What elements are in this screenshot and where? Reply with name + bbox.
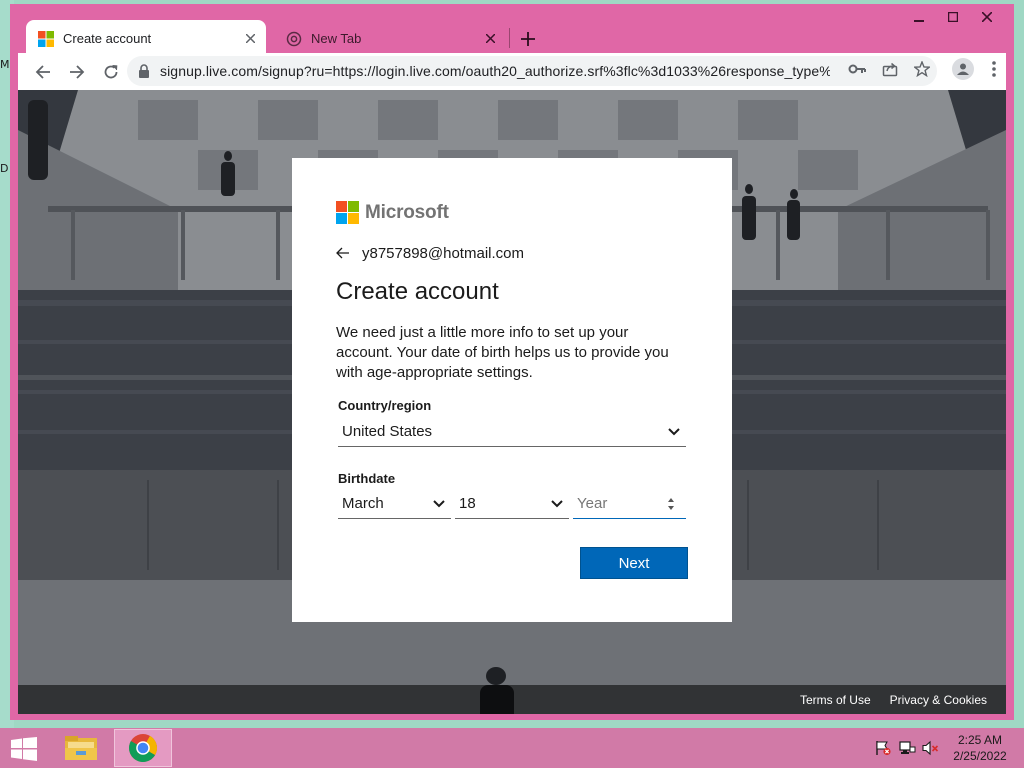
taskbar: 2:25 AM 2/25/2022 bbox=[0, 728, 1024, 768]
brand-name: Microsoft bbox=[365, 201, 449, 223]
lock-icon[interactable] bbox=[138, 64, 150, 78]
more-menu-icon[interactable] bbox=[984, 59, 1004, 79]
close-icon[interactable] bbox=[970, 6, 1004, 28]
description-text: We need just a little more info to set u… bbox=[336, 324, 669, 381]
back-arrow-icon[interactable] bbox=[29, 58, 57, 86]
number-spinner-icon[interactable] bbox=[666, 494, 676, 514]
birth-day-select[interactable]: 18 bbox=[455, 489, 569, 519]
chevron-down-icon bbox=[668, 425, 682, 439]
chrome-newtab-icon bbox=[286, 31, 302, 46]
reload-icon[interactable] bbox=[97, 58, 125, 86]
close-icon[interactable] bbox=[240, 29, 260, 49]
window-controls bbox=[902, 6, 1004, 28]
browser-toolbar: signup.live.com/signup?ru=https://login.… bbox=[18, 53, 1006, 90]
country-value: United States bbox=[342, 423, 433, 440]
identity-email: y8757898@hotmail.com bbox=[362, 244, 524, 262]
microsoft-logo-icon bbox=[336, 201, 359, 224]
close-icon[interactable] bbox=[480, 29, 500, 49]
network-icon[interactable] bbox=[898, 740, 916, 756]
birth-month-select[interactable]: March bbox=[338, 489, 451, 519]
new-tab-button[interactable] bbox=[515, 26, 541, 52]
microsoft-logo: Microsoft bbox=[336, 201, 449, 224]
profile-avatar-icon[interactable] bbox=[952, 58, 974, 80]
country-select[interactable]: United States bbox=[338, 417, 686, 447]
page-title: Create account bbox=[336, 278, 499, 305]
birth-year-input[interactable]: Year bbox=[573, 489, 686, 519]
windows-start-icon[interactable] bbox=[11, 737, 37, 761]
next-button[interactable]: Next bbox=[580, 547, 688, 579]
privacy-cookies-link[interactable]: Privacy & Cookies bbox=[890, 693, 987, 707]
chrome-icon[interactable] bbox=[114, 729, 172, 767]
browser-window: Create account New Tab signup.live.com/s… bbox=[10, 4, 1014, 720]
forward-arrow-icon[interactable] bbox=[63, 58, 91, 86]
terms-of-use-link[interactable]: Terms of Use bbox=[800, 693, 871, 707]
tab-create-account[interactable]: Create account bbox=[26, 20, 266, 57]
url-text: signup.live.com/signup?ru=https://login.… bbox=[160, 63, 830, 79]
desktop-icon-label-fragment[interactable]: D bbox=[0, 162, 8, 175]
volume-muted-icon[interactable] bbox=[922, 740, 940, 756]
identity-banner: y8757898@hotmail.com bbox=[336, 244, 524, 262]
address-bar[interactable]: signup.live.com/signup?ru=https://login.… bbox=[127, 56, 937, 86]
system-clock[interactable]: 2:25 AM 2/25/2022 bbox=[948, 732, 1012, 764]
tab-divider bbox=[509, 28, 510, 48]
tab-title: Create account bbox=[63, 31, 152, 46]
bookmark-star-icon[interactable] bbox=[912, 59, 932, 79]
page-viewport: Microsoft y8757898@hotmail.com Create ac… bbox=[18, 90, 1006, 714]
microsoft-logo-icon bbox=[38, 30, 54, 47]
back-arrow-icon[interactable] bbox=[336, 244, 356, 262]
share-icon[interactable] bbox=[880, 59, 900, 79]
desktop-icon-label-fragment[interactable]: M bbox=[0, 58, 10, 71]
chevron-down-icon bbox=[433, 497, 447, 511]
birthdate-label: Birthdate bbox=[338, 471, 396, 486]
page-footer: Terms of Use Privacy & Cookies bbox=[18, 685, 1006, 714]
plus-icon bbox=[521, 32, 535, 46]
signup-card: Microsoft y8757898@hotmail.com Create ac… bbox=[292, 158, 732, 622]
country-label: Country/region bbox=[338, 398, 432, 413]
maximize-icon[interactable] bbox=[936, 6, 970, 28]
birth-month-value: March bbox=[342, 495, 384, 512]
action-center-flag-icon[interactable] bbox=[874, 740, 892, 756]
chevron-down-icon bbox=[551, 497, 565, 511]
key-icon[interactable] bbox=[847, 59, 867, 79]
birth-year-placeholder: Year bbox=[577, 495, 608, 512]
tab-title: New Tab bbox=[311, 31, 362, 46]
birth-day-value: 18 bbox=[459, 495, 476, 512]
tab-new-tab[interactable]: New Tab bbox=[274, 20, 506, 57]
clock-date: 2/25/2022 bbox=[953, 749, 1007, 763]
minimize-icon[interactable] bbox=[902, 6, 936, 28]
file-explorer-icon[interactable] bbox=[52, 729, 110, 767]
clock-time: 2:25 AM bbox=[957, 733, 1003, 747]
system-tray bbox=[874, 740, 946, 756]
